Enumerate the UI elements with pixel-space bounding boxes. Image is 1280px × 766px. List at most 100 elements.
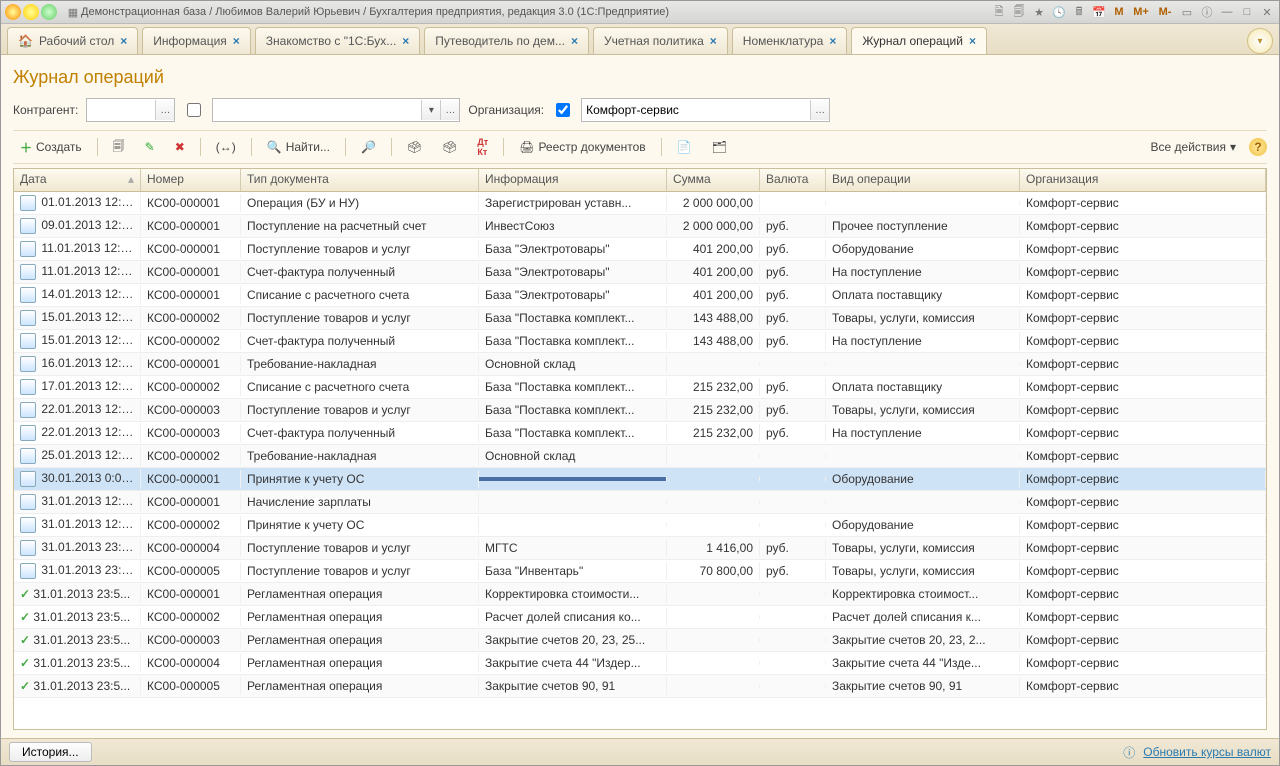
cell-num[interactable]: КС00-000002	[141, 516, 241, 534]
cell-op[interactable]: Оборудование	[826, 240, 1020, 258]
cell-cur[interactable]	[760, 201, 826, 205]
copy-button[interactable]: 🗐	[106, 135, 132, 159]
cell-date[interactable]: 22.01.2013 12:0...	[14, 400, 141, 420]
cell-doctype[interactable]: Операция (БУ и НУ)	[241, 194, 479, 212]
cell-num[interactable]: КС00-000001	[141, 470, 241, 488]
cell-op[interactable]: Оплата поставщику	[826, 286, 1020, 304]
cell-doctype[interactable]: Счет-фактура полученный	[241, 332, 479, 350]
cell-org[interactable]: Комфорт-сервис	[1020, 401, 1266, 419]
cell-num[interactable]: КС00-000001	[141, 355, 241, 373]
cell-cur[interactable]: руб.	[760, 332, 826, 350]
cell-org[interactable]: Комфорт-сервис	[1020, 677, 1266, 695]
cell-doctype[interactable]: Принятие к учету ОС	[241, 516, 479, 534]
cell-org[interactable]: Комфорт-сервис	[1020, 217, 1266, 235]
cell-sum[interactable]: 215 232,00	[667, 401, 760, 419]
cell-org[interactable]: Комфорт-сервис	[1020, 378, 1266, 396]
cell-op[interactable]: На поступление	[826, 424, 1020, 442]
cell-date[interactable]: ✓ 31.01.2013 23:5...	[14, 654, 141, 672]
cell-doctype[interactable]: Поступление товаров и услуг	[241, 539, 479, 557]
cell-cur[interactable]: руб.	[760, 240, 826, 258]
cell-info[interactable]: Основной склад	[479, 447, 667, 465]
cell-info[interactable]: База "Поставка комплект...	[479, 332, 667, 350]
cell-info[interactable]: База "Поставка комплект...	[479, 309, 667, 327]
calc-icon[interactable]: 🖩	[1071, 4, 1087, 20]
table-row[interactable]: 15.01.2013 12:0...КС00-000002Поступление…	[14, 307, 1266, 330]
table-row[interactable]: 25.01.2013 12:0...КС00-000002Требование-…	[14, 445, 1266, 468]
cell-sum[interactable]	[667, 638, 760, 642]
cell-op[interactable]: Расчет долей списания к...	[826, 608, 1020, 626]
toolbar-icon[interactable]: 🗐	[1011, 4, 1027, 20]
tab-2[interactable]: Знакомство с "1С:Бух...×	[255, 27, 421, 54]
table-row[interactable]: ✓ 31.01.2013 23:5...КС00-000003Регламент…	[14, 629, 1266, 652]
table-row[interactable]: ✓ 31.01.2013 23:5...КС00-000004Регламент…	[14, 652, 1266, 675]
cell-org[interactable]: Комфорт-сервис	[1020, 493, 1266, 511]
cell-sum[interactable]: 215 232,00	[667, 378, 760, 396]
cell-num[interactable]: КС00-000001	[141, 240, 241, 258]
cell-num[interactable]: КС00-000001	[141, 217, 241, 235]
mem-m-button[interactable]: M	[1111, 4, 1127, 20]
sys-close-icon[interactable]	[5, 4, 21, 20]
cell-info[interactable]: База "Поставка комплект...	[479, 401, 667, 419]
col-org[interactable]: Организация	[1020, 169, 1266, 191]
star-icon[interactable]: ★	[1031, 4, 1047, 20]
table-row[interactable]: 11.01.2013 12:0...КС00-000001Счет-фактур…	[14, 261, 1266, 284]
table-row[interactable]: 16.01.2013 12:0...КС00-000001Требование-…	[14, 353, 1266, 376]
cell-sum[interactable]	[667, 477, 760, 481]
cell-cur[interactable]	[760, 661, 826, 665]
table-row[interactable]: 09.01.2013 12:0...КС00-000001Поступление…	[14, 215, 1266, 238]
tab-5[interactable]: Номенклатура×	[732, 27, 848, 54]
cell-num[interactable]: КС00-000002	[141, 378, 241, 396]
cell-doctype[interactable]: Поступление товаров и услуг	[241, 401, 479, 419]
config-button[interactable]: 🗂	[705, 135, 734, 159]
dropdown-icon[interactable]: ▾	[421, 100, 440, 120]
cell-sum[interactable]: 401 200,00	[667, 263, 760, 281]
cell-num[interactable]: КС00-000005	[141, 677, 241, 695]
cell-sum[interactable]: 401 200,00	[667, 240, 760, 258]
cell-doctype[interactable]: Требование-накладная	[241, 355, 479, 373]
edit-button[interactable]: ✎	[138, 135, 162, 159]
cell-date[interactable]: 30.01.2013 0:00...	[14, 469, 141, 489]
cell-doctype[interactable]: Принятие к учету ОС	[241, 470, 479, 488]
cell-info[interactable]: База "Электротовары"	[479, 263, 667, 281]
cell-num[interactable]: КС00-000001	[141, 286, 241, 304]
update-rates-link[interactable]: Обновить курсы валют	[1143, 745, 1271, 759]
cell-op[interactable]	[826, 201, 1020, 205]
history-icon[interactable]: 🕓	[1051, 4, 1067, 20]
cell-org[interactable]: Комфорт-сервис	[1020, 631, 1266, 649]
cell-cur[interactable]	[760, 500, 826, 504]
cell-op[interactable]	[826, 362, 1020, 366]
cell-op[interactable]: Оборудование	[826, 516, 1020, 534]
grid-body[interactable]: 01.01.2013 12:0...КС00-000001Операция (Б…	[14, 192, 1266, 729]
mem-mplus-button[interactable]: M+	[1131, 4, 1151, 20]
mem-mminus-button[interactable]: M-	[1155, 4, 1175, 20]
org-input[interactable]	[582, 100, 810, 120]
cell-info[interactable]: Корректировка стоимости...	[479, 585, 667, 603]
table-row[interactable]: 31.01.2013 23:5...КС00-000005Поступление…	[14, 560, 1266, 583]
cell-num[interactable]: КС00-000004	[141, 539, 241, 557]
cell-org[interactable]: Комфорт-сервис	[1020, 470, 1266, 488]
cell-info[interactable]: Основной склад	[479, 355, 667, 373]
cell-doctype[interactable]: Поступление товаров и услуг	[241, 240, 479, 258]
table-row[interactable]: ✓ 31.01.2013 23:5...КС00-000001Регламент…	[14, 583, 1266, 606]
cell-cur[interactable]: руб.	[760, 424, 826, 442]
cell-sum[interactable]	[667, 661, 760, 665]
contragent-input[interactable]	[87, 100, 155, 120]
help-icon[interactable]: ?	[1249, 138, 1267, 156]
extra-checkbox[interactable]	[187, 103, 201, 117]
table-row[interactable]: 30.01.2013 0:00...КС00-000001Принятие к …	[14, 468, 1266, 491]
cell-num[interactable]: КС00-000001	[141, 194, 241, 212]
cell-info[interactable]: Закрытие счетов 20, 23, 25...	[479, 631, 667, 649]
delete-button[interactable]: ✖	[168, 135, 192, 159]
cell-doctype[interactable]: Поступление на расчетный счет	[241, 217, 479, 235]
cell-cur[interactable]	[760, 615, 826, 619]
cell-cur[interactable]: руб.	[760, 539, 826, 557]
cell-date[interactable]: ✓ 31.01.2013 23:5...	[14, 677, 141, 695]
cell-org[interactable]: Комфорт-сервис	[1020, 240, 1266, 258]
table-row[interactable]: 15.01.2013 12:0...КС00-000002Счет-фактур…	[14, 330, 1266, 353]
cell-doctype[interactable]: Поступление товаров и услуг	[241, 309, 479, 327]
tab-4[interactable]: Учетная политика×	[593, 27, 728, 54]
table-row[interactable]: 01.01.2013 12:0...КС00-000001Операция (Б…	[14, 192, 1266, 215]
registry-button[interactable]: 🖨Реестр документов	[512, 135, 652, 159]
cell-date[interactable]: 31.01.2013 23:5...	[14, 538, 141, 558]
table-row[interactable]: ✓ 31.01.2013 23:5...КС00-000005Регламент…	[14, 675, 1266, 698]
